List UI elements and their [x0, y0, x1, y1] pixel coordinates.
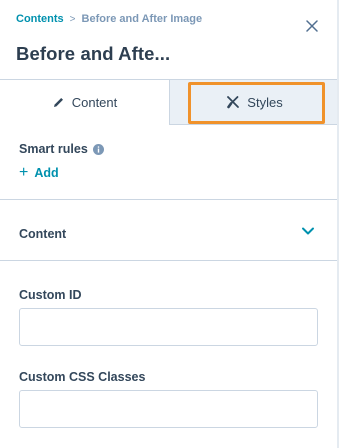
custom-id-label: Custom ID: [19, 288, 82, 302]
plus-icon: +: [19, 164, 29, 181]
breadcrumb-contents-link[interactable]: Contents: [16, 13, 64, 25]
smart-rules-section: Smart rules + Add: [0, 125, 339, 200]
add-label: Add: [34, 166, 59, 180]
smart-rules-label: Smart rules: [19, 142, 88, 156]
content-accordion-title: Content: [19, 227, 67, 241]
add-smart-rule-button[interactable]: + Add: [19, 165, 59, 181]
content-accordion[interactable]: Content: [0, 200, 339, 261]
styles-icon: [226, 95, 240, 109]
custom-id-input[interactable]: [19, 308, 318, 346]
tab-bar: Content Styles: [0, 79, 339, 125]
chevron-down-icon: [301, 226, 315, 236]
tab-content-label: Content: [71, 95, 118, 110]
close-button[interactable]: [302, 16, 322, 36]
tab-styles-label: Styles: [247, 94, 283, 110]
breadcrumb-current: Before and After Image: [81, 13, 203, 25]
tab-styles[interactable]: Styles: [170, 79, 339, 125]
tab-content[interactable]: Content: [0, 79, 170, 125]
page-title: Before and Afte...: [16, 43, 171, 64]
close-icon: [306, 20, 318, 32]
panel-header: Contents > Before and After Image Before…: [0, 0, 339, 80]
info-icon[interactable]: [92, 143, 104, 155]
custom-css-classes-input[interactable]: [19, 390, 318, 428]
breadcrumb: Contents > Before and After Image: [16, 13, 202, 25]
breadcrumb-separator: >: [69, 13, 76, 25]
pencil-icon: [52, 96, 65, 109]
smart-rules-heading: Smart rules: [19, 142, 104, 156]
custom-css-classes-label: Custom CSS Classes: [19, 370, 146, 384]
